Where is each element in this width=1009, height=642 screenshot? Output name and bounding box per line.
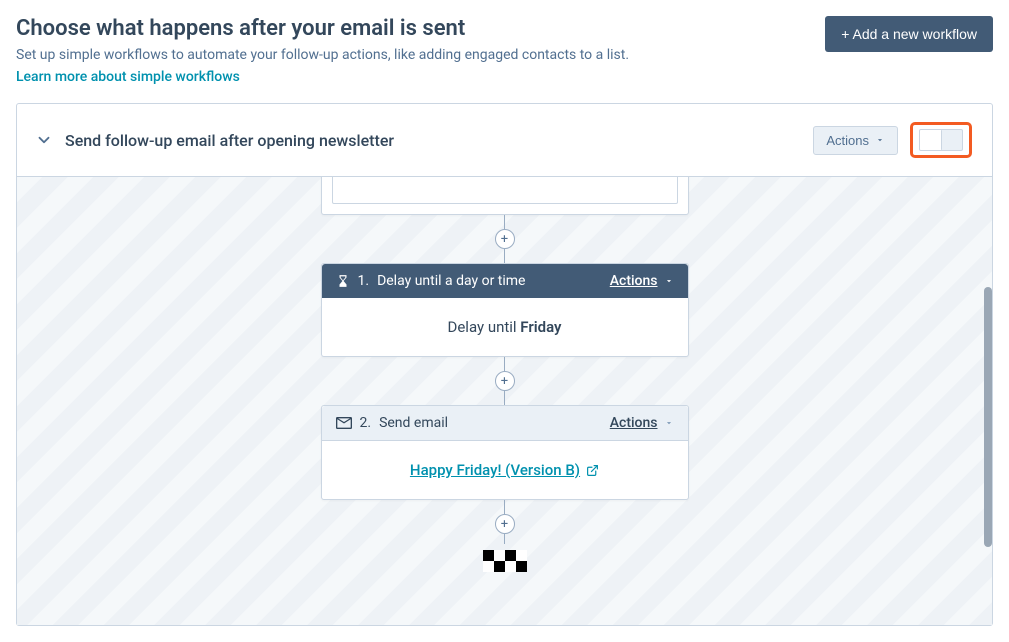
send-email-step-actions-label: Actions (610, 415, 658, 431)
hourglass-icon (336, 274, 350, 288)
caret-down-icon (875, 135, 885, 145)
chevron-down-icon[interactable] (35, 131, 53, 149)
send-email-step-header: 2. Send email Actions (322, 406, 688, 441)
caret-down-icon (664, 276, 674, 286)
email-preview-link[interactable]: Happy Friday! (Version B) (410, 461, 599, 479)
add-workflow-label: + Add a new workflow (841, 26, 977, 42)
delay-body-prefix: Delay until (448, 318, 521, 336)
workflow-actions-label: Actions (826, 133, 869, 148)
send-email-step-actions-dropdown[interactable]: Actions (610, 415, 674, 431)
page-subtitle: Set up simple workflows to automate your… (16, 47, 629, 63)
add-step-button[interactable]: + (495, 229, 515, 249)
trigger-card[interactable] (321, 177, 689, 215)
connector-line (504, 534, 505, 544)
delay-step-actions-label: Actions (610, 273, 658, 289)
connector-line (504, 391, 505, 405)
page-title: Choose what happens after your email is … (16, 16, 629, 41)
trigger-inner (332, 177, 678, 204)
workflow-enable-toggle[interactable] (919, 129, 963, 151)
delay-step-body: Delay until Friday (322, 298, 688, 356)
workflow-card-header: Send follow-up email after opening newsl… (17, 104, 992, 177)
learn-more-link[interactable]: Learn more about simple workflows (16, 69, 240, 85)
caret-down-icon (664, 418, 674, 428)
email-name: Happy Friday! (Version B) (410, 461, 580, 479)
connector: + (495, 215, 515, 263)
connector-line (504, 215, 505, 229)
connector-line (504, 249, 505, 263)
send-email-step-card[interactable]: 2. Send email Actions Happy Friday! ( (321, 405, 689, 500)
connector: + (495, 500, 515, 544)
workflow-card: Send follow-up email after opening newsl… (16, 103, 993, 626)
send-email-step-title: Send email (379, 415, 448, 431)
send-email-step-body: Happy Friday! (Version B) (322, 441, 688, 499)
toggle-knob (920, 130, 942, 150)
workflow-name: Send follow-up email after opening newsl… (65, 131, 394, 150)
add-step-button[interactable]: + (495, 371, 515, 391)
external-link-icon (586, 464, 599, 477)
delay-step-title: Delay until a day or time (377, 273, 525, 289)
toggle-highlight (910, 122, 972, 158)
connector-line (504, 357, 505, 371)
delay-body-value: Friday (520, 318, 561, 336)
workflow-actions-dropdown[interactable]: Actions (813, 126, 898, 155)
delay-step-index: 1. (358, 273, 370, 289)
envelope-icon (336, 417, 352, 429)
delay-step-header: 1. Delay until a day or time Actions (322, 264, 688, 298)
connector-line (504, 500, 505, 514)
connector: + (495, 357, 515, 405)
send-email-step-index: 2. (360, 415, 372, 431)
add-step-button[interactable]: + (495, 514, 515, 534)
canvas-scrollbar[interactable] (984, 287, 992, 547)
workflow-canvas[interactable]: + 1. Delay until a day or time (17, 177, 992, 625)
finish-flag-icon (483, 550, 527, 572)
delay-step-card[interactable]: 1. Delay until a day or time Actions Del… (321, 263, 689, 357)
add-workflow-button[interactable]: + Add a new workflow (825, 16, 993, 52)
delay-step-actions-dropdown[interactable]: Actions (610, 273, 674, 289)
